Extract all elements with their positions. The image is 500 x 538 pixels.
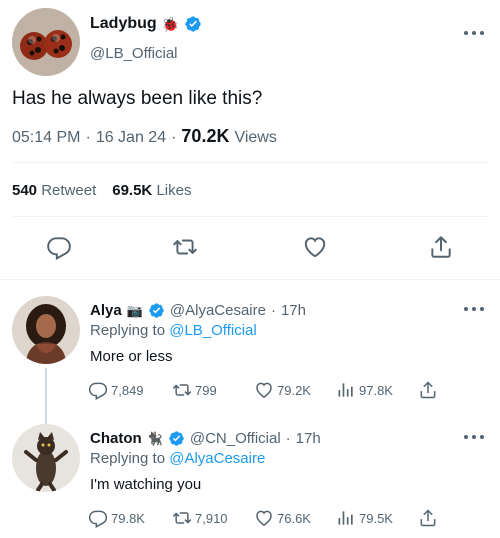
verified-badge-icon (148, 302, 165, 319)
reply-actions: 7,849 799 79.2K 97.8K (88, 380, 448, 404)
reply-author-handle[interactable]: @CN_Official (190, 430, 281, 447)
retweet-button[interactable]: 799 (172, 380, 217, 400)
like-count: 76.6K (277, 510, 311, 526)
reply-time[interactable]: 17h (296, 430, 321, 447)
heart-icon (254, 508, 274, 528)
more-icon[interactable] (464, 306, 484, 312)
views-count: 79.5K (359, 510, 393, 526)
author-avatar[interactable] (12, 8, 80, 76)
reply-time[interactable]: 17h (281, 302, 306, 319)
share-button[interactable] (426, 232, 456, 262)
views-icon (336, 508, 356, 528)
like-button[interactable] (300, 232, 330, 262)
like-count: 79.2K (277, 382, 311, 398)
divider (12, 162, 488, 163)
replying-to-link[interactable]: @LB_Official (169, 322, 257, 339)
meta-separator: · (85, 129, 91, 146)
reply-icon (88, 380, 108, 400)
main-tweet: Ladybug 🐞 @LB_Official Has he always bee… (0, 0, 500, 280)
camera-emoji: 📷 (126, 302, 143, 318)
reply-header: Alya 📷 @AlyaCesaire · 17h (90, 302, 306, 319)
thread-line (45, 368, 47, 424)
retweet-icon (172, 380, 192, 400)
retweet-count: 799 (195, 382, 217, 398)
tweet-text: Has he always been like this? (12, 88, 263, 109)
views-label: Views (234, 129, 277, 146)
verified-badge-icon (184, 15, 202, 33)
replying-to: Replying to @LB_Official (90, 322, 257, 339)
likes-stat[interactable]: 69.5K Likes (112, 182, 191, 199)
tweet-actions (0, 232, 500, 262)
tweet-meta: 05:14 PM · 16 Jan 24 · 70.2K Views (12, 126, 277, 147)
reply-author-name[interactable]: Chaton (90, 430, 142, 447)
retweets-count: 540 (12, 182, 38, 199)
divider (12, 216, 488, 217)
reply-text: I'm watching you (90, 476, 202, 493)
share-button[interactable] (418, 380, 438, 400)
reply-button[interactable]: 79.8K (88, 508, 145, 528)
like-button[interactable]: 76.6K (254, 508, 311, 528)
reply-avatar[interactable] (12, 296, 80, 364)
heart-icon (254, 380, 274, 400)
likes-label: Likes (156, 182, 192, 199)
retweet-button[interactable]: 7,910 (172, 508, 228, 528)
meta-separator: · (171, 129, 177, 146)
reply-count: 7,849 (111, 382, 144, 398)
retweet-icon (172, 508, 192, 528)
ladybug-emoji: 🐞 (161, 15, 180, 32)
retweets-label: Retweet (41, 182, 97, 199)
time-separator: · (285, 430, 291, 447)
reply-author-handle[interactable]: @AlyaCesaire (170, 302, 266, 319)
time-separator: · (270, 302, 276, 319)
reply-button[interactable]: 7,849 (88, 380, 144, 400)
reply-author-name[interactable]: Alya (90, 302, 122, 319)
replying-to: Replying to @AlyaCesaire (90, 450, 265, 467)
replying-to-link[interactable]: @AlyaCesaire (169, 450, 265, 467)
reply-button[interactable] (44, 232, 74, 262)
views-icon (336, 380, 356, 400)
views-count: 97.8K (359, 382, 393, 398)
tweet-date[interactable]: 16 Jan 24 (96, 129, 166, 147)
more-icon[interactable] (464, 434, 484, 440)
author-name-row: Ladybug 🐞 (90, 15, 202, 33)
reply-text: More or less (90, 348, 173, 365)
views-button[interactable]: 79.5K (336, 508, 393, 528)
replying-prefix: Replying to (90, 322, 166, 339)
retweet-stat[interactable]: 540 Retweet (12, 182, 96, 199)
reply-icon (88, 508, 108, 528)
heart-icon (302, 234, 328, 260)
more-icon[interactable] (464, 30, 484, 36)
verified-badge-icon (168, 430, 185, 447)
cat-emoji: 🐈‍⬛ (146, 430, 163, 446)
like-button[interactable]: 79.2K (254, 380, 311, 400)
reply-count: 79.8K (111, 510, 145, 526)
section-separator (0, 279, 500, 280)
retweet-button[interactable] (170, 232, 200, 262)
retweet-count: 7,910 (195, 510, 228, 526)
tweet-time[interactable]: 05:14 PM (12, 129, 80, 147)
share-icon (418, 508, 438, 528)
likes-count: 69.5K (112, 182, 153, 199)
author-name[interactable]: Ladybug (90, 15, 157, 33)
reply-header: Chaton 🐈‍⬛ @CN_Official · 17h (90, 430, 321, 447)
reply-avatar[interactable] (12, 424, 80, 492)
share-icon (428, 234, 454, 260)
views-button[interactable]: 97.8K (336, 380, 393, 400)
retweet-icon (172, 234, 198, 260)
share-button[interactable] (418, 508, 438, 528)
reply-actions: 79.8K 7,910 76.6K 79.5K (88, 508, 448, 532)
reply-icon (46, 234, 72, 260)
views-count: 70.2K (181, 126, 230, 146)
share-icon (418, 380, 438, 400)
tweet-stats: 540 Retweet 69.5K Likes (12, 182, 191, 199)
replying-prefix: Replying to (90, 450, 166, 467)
author-handle[interactable]: @LB_Official (90, 45, 178, 62)
